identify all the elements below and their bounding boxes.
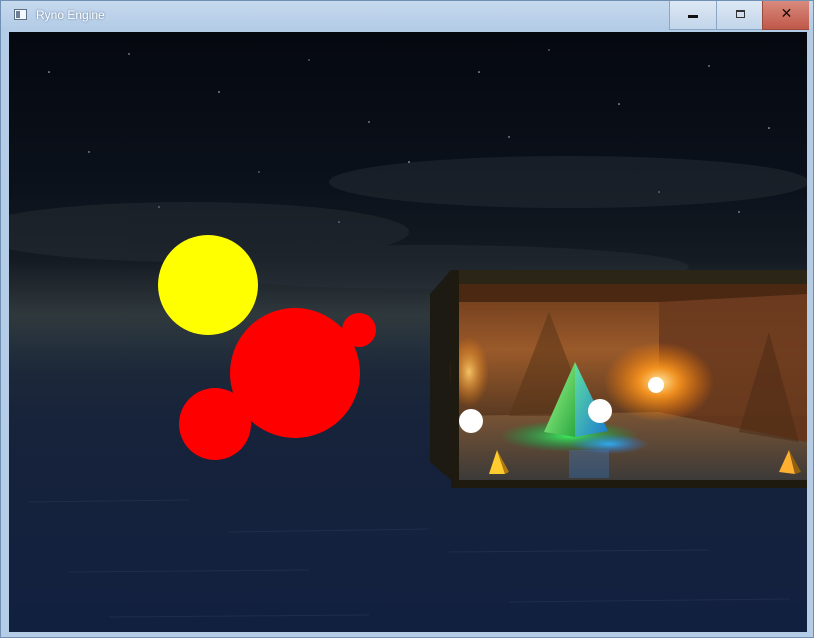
room-box	[430, 270, 807, 488]
maximize-icon	[736, 10, 745, 18]
minimize-button[interactable]	[669, 1, 716, 30]
maximize-button[interactable]	[716, 1, 762, 30]
close-icon: ✕	[780, 6, 793, 22]
red-sphere-medium	[179, 388, 251, 460]
light-sphere-left	[459, 409, 483, 433]
app-window-icon[interactable]	[14, 9, 27, 20]
app-window: Ryno Engine ✕	[0, 0, 814, 638]
title-bar[interactable]: Ryno Engine ✕	[1, 1, 813, 31]
close-button[interactable]: ✕	[762, 1, 809, 30]
yellow-sphere	[158, 235, 258, 335]
render-viewport[interactable]	[9, 32, 807, 632]
light-sphere-center	[588, 399, 612, 423]
window-title: Ryno Engine	[36, 8, 105, 22]
scene-canvas	[9, 49, 807, 618]
red-sphere-small	[342, 313, 376, 347]
ocean-surface	[28, 499, 790, 618]
minimize-icon	[688, 15, 698, 18]
light-sphere-back	[648, 377, 664, 393]
